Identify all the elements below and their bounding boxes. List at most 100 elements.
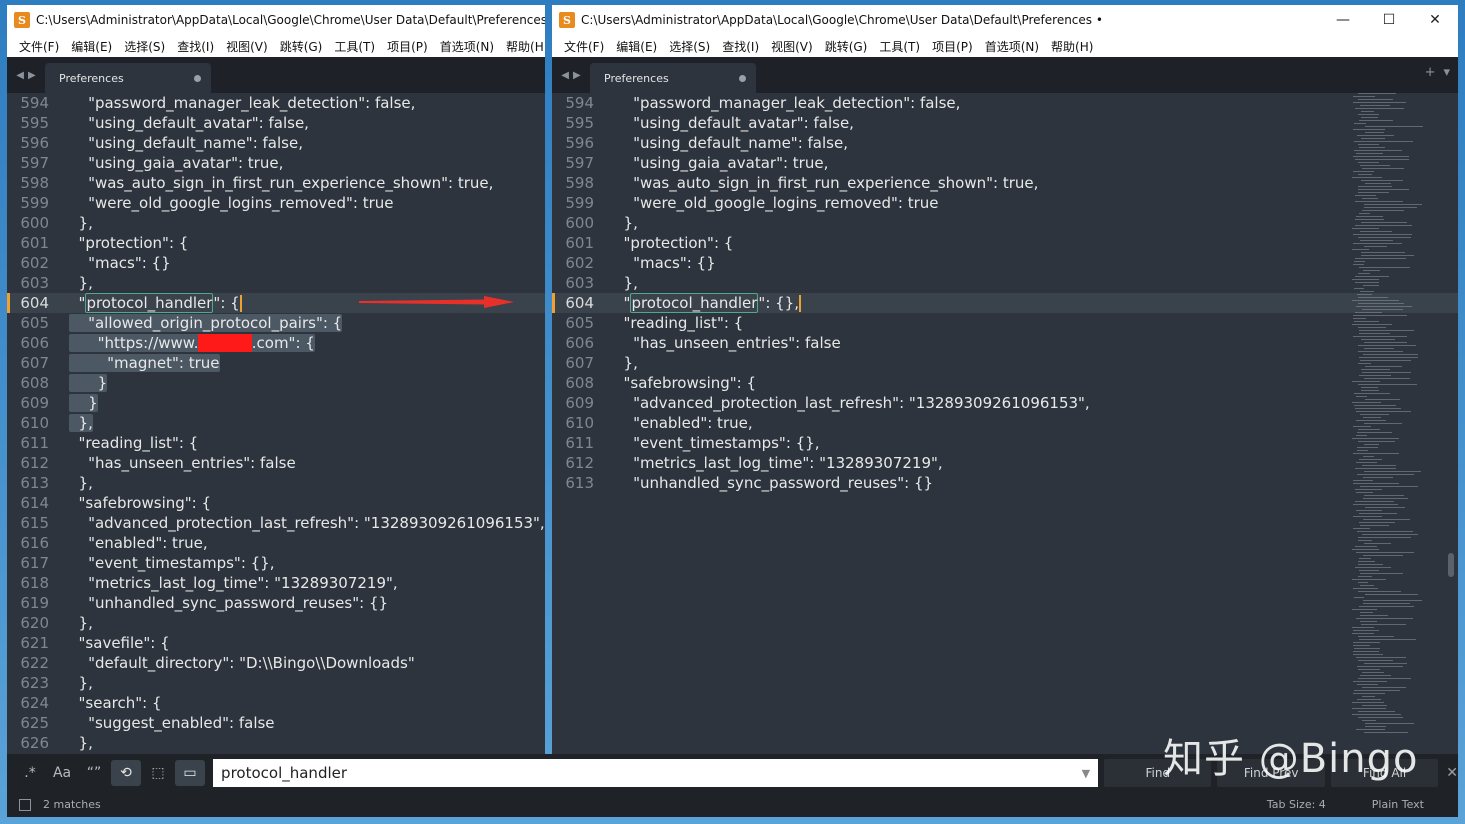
- code-line[interactable]: 610 },: [7, 413, 545, 433]
- right-titlebar[interactable]: S C:\Users\Administrator\AppData\Local\G…: [552, 5, 1458, 35]
- right-code-editor[interactable]: 594 "password_manager_leak_detection": f…: [552, 93, 1458, 505]
- code-line[interactable]: 601 "protection": {: [7, 233, 545, 253]
- code-line[interactable]: 597 "using_gaia_avatar": true,: [552, 153, 1458, 173]
- code-line[interactable]: 617 "event_timestamps": {},: [7, 553, 545, 573]
- regex-toggle[interactable]: .*: [15, 760, 45, 786]
- code-line[interactable]: 598 "was_auto_sign_in_first_run_experien…: [7, 173, 545, 193]
- code-line[interactable]: 623 },: [7, 673, 545, 693]
- menu-item[interactable]: 文件(F): [13, 38, 65, 55]
- minimize-button[interactable]: —: [1320, 5, 1366, 35]
- menu-item[interactable]: 项目(P): [926, 38, 979, 55]
- unsaved-dot-icon[interactable]: [194, 74, 201, 82]
- code-line[interactable]: 613 "unhandled_sync_password_reuses": {}: [552, 473, 1458, 493]
- panel-switcher-icon[interactable]: [19, 798, 31, 811]
- code-line[interactable]: 595 "using_default_avatar": false,: [7, 113, 545, 133]
- code-line[interactable]: 598 "was_auto_sign_in_first_run_experien…: [552, 173, 1458, 193]
- code-line[interactable]: 608 }: [7, 373, 545, 393]
- code-line[interactable]: 601 "protection": {: [552, 233, 1458, 253]
- menu-item[interactable]: 首选项(N): [434, 38, 500, 55]
- case-sensitive-toggle[interactable]: Aa: [47, 760, 77, 786]
- maximize-button[interactable]: ☐: [1366, 5, 1412, 35]
- code-line[interactable]: 602 "macs": {}: [552, 253, 1458, 273]
- highlight-matches-toggle[interactable]: ▭: [175, 760, 206, 786]
- tab-next-icon[interactable]: ▶: [28, 70, 36, 81]
- code-line[interactable]: 618 "metrics_last_log_time": "1328930721…: [7, 573, 545, 593]
- close-find-icon[interactable]: ✕: [1446, 765, 1458, 781]
- code-line[interactable]: 603 },: [7, 273, 545, 293]
- tab-prev-icon[interactable]: ◀: [561, 70, 569, 81]
- code-line[interactable]: 613 },: [7, 473, 545, 493]
- history-dropdown-icon[interactable]: ▼: [1082, 767, 1090, 780]
- unsaved-dot-icon[interactable]: [739, 74, 746, 82]
- menu-item[interactable]: 选择(S): [663, 38, 716, 55]
- whole-word-toggle[interactable]: “”: [79, 760, 109, 786]
- menu-item[interactable]: 视图(V): [765, 38, 819, 55]
- menu-item[interactable]: 选择(S): [118, 38, 171, 55]
- code-line[interactable]: 594 "password_manager_leak_detection": f…: [7, 93, 545, 113]
- code-line[interactable]: 610 "enabled": true,: [552, 413, 1458, 433]
- code-line[interactable]: 616 "enabled": true,: [7, 533, 545, 553]
- code-line[interactable]: 624 "search": {: [7, 693, 545, 713]
- code-line[interactable]: 612 "metrics_last_log_time": "1328930721…: [552, 453, 1458, 473]
- code-line[interactable]: 607 },: [552, 353, 1458, 373]
- code-line[interactable]: 595 "using_default_avatar": false,: [552, 113, 1458, 133]
- menu-item[interactable]: 项目(P): [381, 38, 434, 55]
- tab-next-icon[interactable]: ▶: [573, 70, 581, 81]
- code-line[interactable]: 609 "advanced_protection_last_refresh": …: [552, 393, 1458, 413]
- code-line[interactable]: 604 "protocol_handler": {},: [552, 293, 1458, 313]
- code-line[interactable]: 615 "advanced_protection_last_refresh": …: [7, 513, 545, 533]
- code-line[interactable]: 605 "reading_list": {: [552, 313, 1458, 333]
- code-line[interactable]: 609 }: [7, 393, 545, 413]
- code-line[interactable]: 612 "has_unseen_entries": false: [7, 453, 545, 473]
- code-line[interactable]: 597 "using_gaia_avatar": true,: [7, 153, 545, 173]
- wrap-toggle[interactable]: ⟲: [111, 760, 142, 786]
- menu-item[interactable]: 编辑(E): [610, 38, 663, 55]
- left-code-editor[interactable]: 594 "password_manager_leak_detection": f…: [7, 93, 545, 757]
- code-line[interactable]: 600 },: [552, 213, 1458, 233]
- right-tab-preferences[interactable]: Preferences: [590, 63, 756, 93]
- menu-item[interactable]: 帮助(H): [1045, 38, 1099, 55]
- code-line[interactable]: 611 "event_timestamps": {},: [552, 433, 1458, 453]
- code-line[interactable]: 600 },: [7, 213, 545, 233]
- in-selection-toggle[interactable]: ⬚: [143, 760, 173, 786]
- menu-item[interactable]: 工具(T): [328, 38, 381, 55]
- code-line[interactable]: 608 "safebrowsing": {: [552, 373, 1458, 393]
- code-line[interactable]: 614 "safebrowsing": {: [7, 493, 545, 513]
- code-line[interactable]: 625 "suggest_enabled": false: [7, 713, 545, 733]
- tab-size-indicator[interactable]: Tab Size: 4: [1267, 798, 1326, 811]
- close-button[interactable]: ✕: [1412, 5, 1458, 35]
- code-line[interactable]: 605 "allowed_origin_protocol_pairs": {: [7, 313, 545, 333]
- tab-nav-arrows[interactable]: ◀ ▶: [552, 57, 590, 93]
- code-line[interactable]: 619 "unhandled_sync_password_reuses": {}: [7, 593, 545, 613]
- code-line[interactable]: 626 },: [7, 733, 545, 753]
- tab-prev-icon[interactable]: ◀: [16, 70, 24, 81]
- code-line[interactable]: 599 "were_old_google_logins_removed": tr…: [7, 193, 545, 213]
- code-line[interactable]: 603 },: [552, 273, 1458, 293]
- menu-item[interactable]: 首选项(N): [979, 38, 1045, 55]
- code-line[interactable]: 606 "https://www.xxxxxx.com": {: [7, 333, 545, 353]
- right-scrollbar-thumb[interactable]: [1448, 553, 1454, 577]
- code-line[interactable]: 594 "password_manager_leak_detection": f…: [552, 93, 1458, 113]
- menu-item[interactable]: 视图(V): [220, 38, 274, 55]
- menu-item[interactable]: 帮助(H): [500, 38, 545, 55]
- menu-item[interactable]: 文件(F): [558, 38, 610, 55]
- code-line[interactable]: 607 "magnet": true: [7, 353, 545, 373]
- menu-item[interactable]: 查找(I): [716, 38, 765, 55]
- code-line[interactable]: 606 "has_unseen_entries": false: [552, 333, 1458, 353]
- menu-item[interactable]: 工具(T): [873, 38, 926, 55]
- left-titlebar[interactable]: S C:\Users\Administrator\AppData\Local\G…: [7, 5, 545, 35]
- syntax-indicator[interactable]: Plain Text: [1372, 798, 1424, 811]
- code-line[interactable]: 611 "reading_list": {: [7, 433, 545, 453]
- tab-nav-arrows[interactable]: ◀ ▶: [7, 57, 45, 93]
- menu-item[interactable]: 编辑(E): [65, 38, 118, 55]
- code-line[interactable]: 620 },: [7, 613, 545, 633]
- code-line[interactable]: 621 "savefile": {: [7, 633, 545, 653]
- code-line[interactable]: 596 "using_default_name": false,: [7, 133, 545, 153]
- find-input[interactable]: protocol_handler ▼: [213, 759, 1099, 787]
- code-line[interactable]: 599 "were_old_google_logins_removed": tr…: [552, 193, 1458, 213]
- menu-item[interactable]: 跳转(G): [819, 38, 874, 55]
- left-tab-preferences[interactable]: Preferences: [45, 63, 211, 93]
- new-tab-plus-icon[interactable]: +: [1425, 65, 1436, 80]
- minimap[interactable]: [1352, 93, 1442, 733]
- menu-item[interactable]: 查找(I): [171, 38, 220, 55]
